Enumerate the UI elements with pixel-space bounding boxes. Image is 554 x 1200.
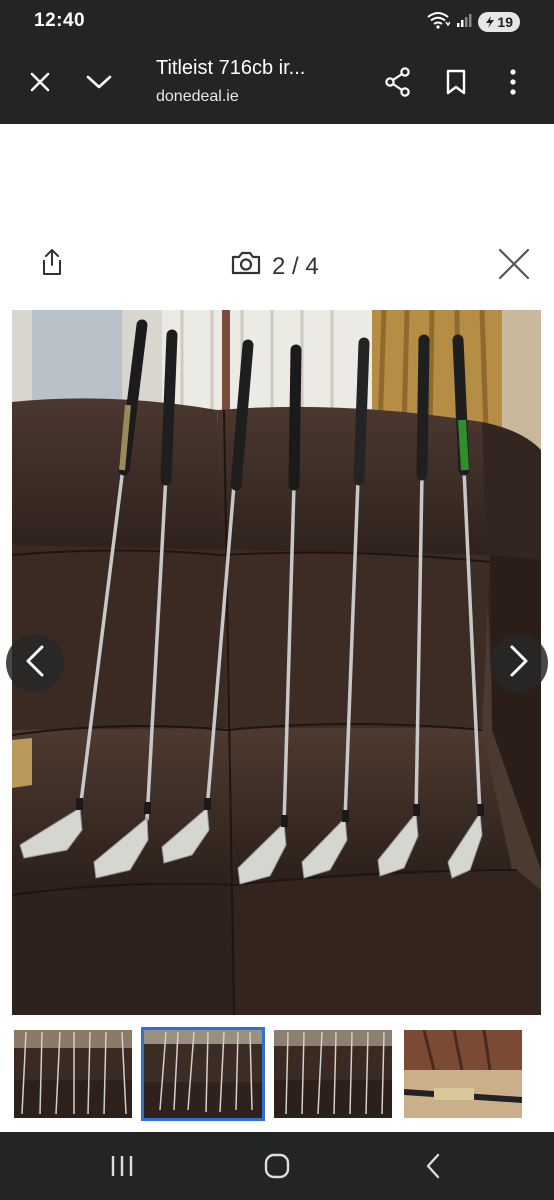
status-bar: 12:40 19: [0, 0, 554, 44]
more-vert-icon: [509, 69, 517, 99]
thumbnail-4[interactable]: [404, 1030, 522, 1118]
page-content: 2 / 4: [0, 124, 554, 1132]
chevron-down-icon: [86, 74, 112, 94]
home-icon: [264, 1153, 290, 1183]
share-image-button[interactable]: [36, 244, 68, 284]
recents-icon: [110, 1155, 134, 1181]
page-title: Titleist 716cb ir...: [156, 57, 306, 79]
battery-icon: 19: [478, 12, 520, 32]
thumbnail-strip: [0, 1027, 554, 1121]
golf-clubs-photo: [12, 310, 541, 1015]
upload-share-icon: [40, 248, 64, 280]
system-nav-bar: [0, 1132, 554, 1200]
camera-icon: [230, 250, 262, 283]
share-button[interactable]: [376, 62, 420, 106]
close-viewer-button[interactable]: [494, 246, 534, 286]
status-icons: 19: [426, 11, 520, 33]
thumbnail-2[interactable]: [141, 1027, 265, 1121]
share-icon: [384, 67, 412, 101]
previous-image-button[interactable]: [6, 634, 64, 692]
thumbnail-1[interactable]: [14, 1030, 132, 1118]
custom-tab-toolbar: Titleist 716cb ir... donedeal.ie: [0, 44, 554, 124]
image-counter: 2 / 4: [230, 250, 319, 283]
page-url: donedeal.ie: [156, 88, 239, 105]
close-icon: [497, 247, 531, 285]
minimize-tab-button[interactable]: [77, 62, 121, 106]
back-icon: [425, 1153, 441, 1183]
signal-icon: [456, 12, 472, 32]
chevron-left-icon: [24, 644, 46, 682]
image-viewer-header: 2 / 4: [0, 244, 554, 288]
status-time: 12:40: [34, 10, 86, 31]
bookmark-icon: [446, 69, 466, 99]
close-tab-button[interactable]: [18, 62, 62, 106]
home-button[interactable]: [255, 1146, 299, 1190]
next-image-button[interactable]: [490, 634, 548, 692]
recents-button[interactable]: [100, 1146, 144, 1190]
back-button[interactable]: [411, 1146, 455, 1190]
image-counter-text: 2 / 4: [272, 252, 319, 280]
bookmark-button[interactable]: [434, 62, 478, 106]
chevron-right-icon: [508, 644, 530, 682]
more-options-button[interactable]: [491, 62, 535, 106]
close-icon: [29, 71, 51, 97]
wifi-icon: [426, 11, 452, 33]
listing-photo: [12, 310, 541, 1015]
battery-level: 19: [497, 14, 513, 30]
thumbnail-3[interactable]: [274, 1030, 392, 1118]
